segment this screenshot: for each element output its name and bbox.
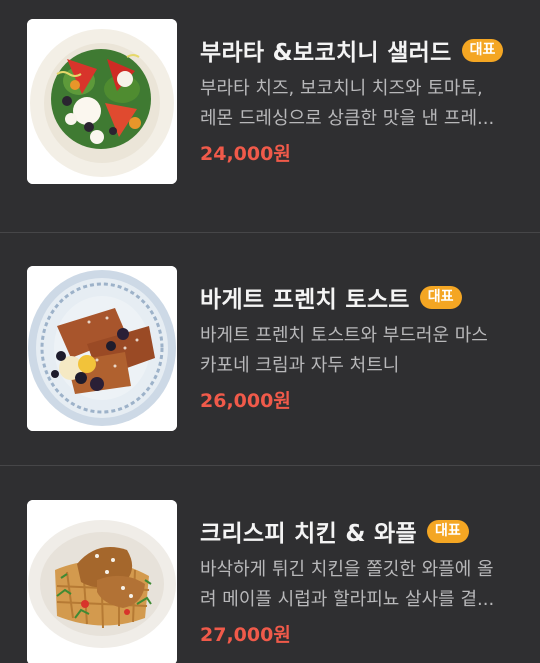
featured-badge: 대표 bbox=[419, 285, 462, 309]
menu-item-image[interactable] bbox=[27, 19, 177, 184]
menu-item-info: 크리스피 치킨 & 와플 대표 바삭하게 튀긴 치킨을 쫄깃한 와플에 올 려 … bbox=[200, 500, 520, 647]
menu-item-price: 24,000원 bbox=[200, 143, 291, 165]
menu-item-title: 부라타 &보코치니 샐러드 bbox=[200, 40, 452, 66]
title-row: 크리스피 치킨 & 와플 대표 bbox=[200, 513, 520, 549]
menu-item-image[interactable] bbox=[27, 500, 177, 663]
description-line-2: 카포네 크림과 자두 처트니 bbox=[200, 355, 400, 376]
menu-item-price: 27,000원 bbox=[200, 624, 291, 646]
menu-item-info: 바게트 프렌치 토스트 대표 바게트 프렌치 토스트와 부드러운 마스 카포네 … bbox=[200, 266, 520, 413]
menu-item-crispy-chicken-waffle[interactable]: 크리스피 치킨 & 와플 대표 바삭하게 튀긴 치킨을 쫄깃한 와플에 올 려 … bbox=[0, 466, 540, 663]
menu-item-description: 바게트 프렌치 토스트와 부드러운 마스 카포네 크림과 자두 처트니 bbox=[200, 321, 512, 381]
description-line-2: 려 메이플 시럽과 할라피뇨 살사를 곁... bbox=[200, 589, 495, 610]
menu-item-image[interactable] bbox=[27, 266, 177, 431]
description-line-2: 레몬 드레싱으로 상큼한 맛을 낸 프레... bbox=[200, 108, 495, 129]
description-line-1: 바게트 프렌치 토스트와 부드러운 마스 bbox=[200, 325, 488, 346]
chicken-waffle-icon bbox=[27, 500, 177, 663]
menu-item-description: 바삭하게 튀긴 치킨을 쫄깃한 와플에 올 려 메이플 시럽과 할라피뇨 살사를… bbox=[200, 555, 512, 615]
description-line-1: 바삭하게 튀긴 치킨을 쫄깃한 와플에 올 bbox=[200, 559, 494, 580]
title-row: 부라타 &보코치니 샐러드 대표 bbox=[200, 32, 520, 68]
menu-item-price: 26,000원 bbox=[200, 390, 291, 412]
salad-icon bbox=[27, 19, 177, 184]
description-line-1: 부라타 치즈, 보코치니 치즈와 토마토, bbox=[200, 78, 483, 99]
title-row: 바게트 프렌치 토스트 대표 bbox=[200, 279, 520, 315]
menu-item-title: 크리스피 치킨 & 와플 bbox=[200, 521, 417, 547]
menu-list: 부라타 &보코치니 샐러드 대표 부라타 치즈, 보코치니 치즈와 토마토, 레… bbox=[0, 0, 540, 663]
featured-badge: 대표 bbox=[426, 519, 469, 543]
menu-item-info: 부라타 &보코치니 샐러드 대표 부라타 치즈, 보코치니 치즈와 토마토, 레… bbox=[200, 19, 520, 166]
featured-badge: 대표 bbox=[461, 38, 504, 62]
menu-item-burrata-salad[interactable]: 부라타 &보코치니 샐러드 대표 부라타 치즈, 보코치니 치즈와 토마토, 레… bbox=[0, 0, 540, 233]
menu-item-description: 부라타 치즈, 보코치니 치즈와 토마토, 레몬 드레싱으로 상큼한 맛을 낸 … bbox=[200, 74, 512, 134]
french-toast-icon bbox=[27, 266, 177, 431]
menu-item-title: 바게트 프렌치 토스트 bbox=[200, 287, 410, 313]
menu-item-baguette-french-toast[interactable]: 바게트 프렌치 토스트 대표 바게트 프렌치 토스트와 부드러운 마스 카포네 … bbox=[0, 233, 540, 466]
